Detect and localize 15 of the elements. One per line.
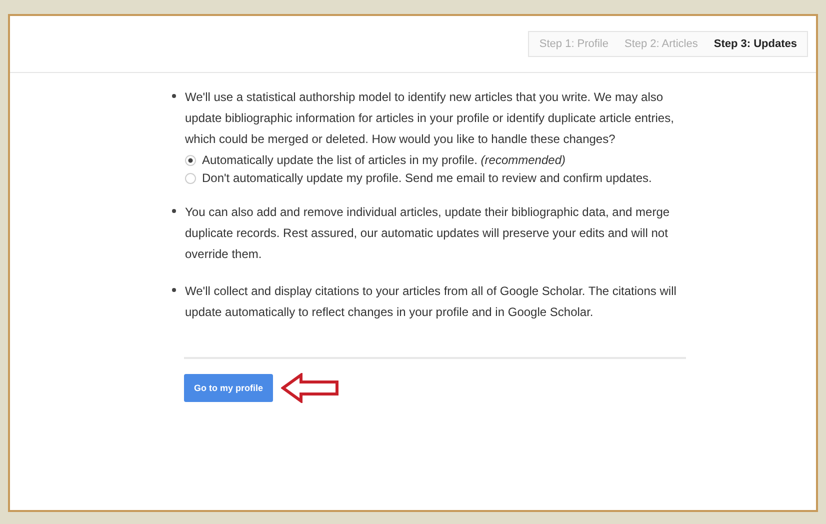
bullet-icon xyxy=(172,288,176,292)
step-tab[interactable]: Step 1: Profile xyxy=(539,38,608,50)
radio-button[interactable] xyxy=(185,155,196,166)
step-tab[interactable]: Step 2: Articles xyxy=(624,38,698,50)
radio-button[interactable] xyxy=(185,173,196,184)
paragraph: We'll use a statistical authorship model to identify new articles that you write. We may also update bibliographic information for articles in your profile or identify duplicate article entries, which could be merged or deleted. How would you like to handle these changes? xyxy=(185,89,675,148)
left-arrow-icon xyxy=(281,373,340,403)
option-label: Automatically update the list of articles in my profile. (recommended) xyxy=(202,153,566,168)
option-label: Don't automatically update my profile. Send me email to review and confirm updates. xyxy=(202,171,652,186)
bullet-icon xyxy=(172,209,176,213)
go-to-profile-button[interactable]: Go to my profile xyxy=(184,374,274,402)
bullet-icon xyxy=(172,94,176,98)
paragraph: We'll collect and display citations to your articles from all of Google Scholar. The citations will update automatically to reflect changes in your profile and in Google Scholar. xyxy=(185,283,678,321)
paragraph: You can also add and remove individual articles, update their bibliographic data, and merge duplicate records. Rest assured, our automatic updates will preserve your edits and will not override them. xyxy=(185,204,671,263)
step-tab[interactable]: Step 3: Updates xyxy=(714,38,797,50)
